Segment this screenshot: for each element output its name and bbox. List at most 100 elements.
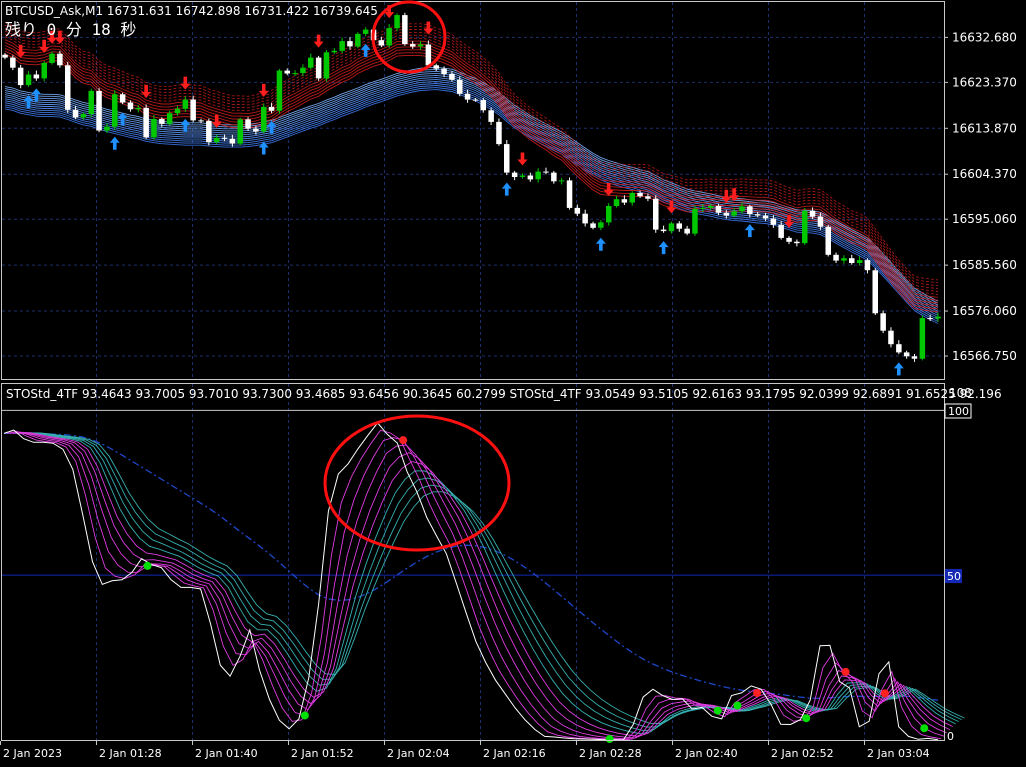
candle-body: [519, 175, 526, 177]
candle-body: [457, 79, 463, 94]
candle-body: [127, 102, 134, 110]
candle-body: [88, 90, 94, 115]
candle-body: [347, 41, 353, 47]
candle-body: [253, 128, 259, 132]
time-label: 2 Jan 02:52: [771, 747, 834, 760]
indicator-max-label: 108: [949, 386, 972, 400]
candle-body: [72, 109, 79, 118]
candle-body: [684, 228, 690, 234]
chart-canvas: 16632.680 16623.370 16613.870 16604.370 1659…: [0, 0, 1026, 763]
candle-body: [809, 210, 816, 217]
signal-dot-green: [605, 735, 614, 744]
candle-body: [300, 67, 306, 73]
chart-window: 16632.680 16623.370 16613.870 16604.370 1659…: [0, 0, 1026, 763]
symbol-header: BTCUSD_Ask,M1 16731.631 16742.898 16731.…: [5, 4, 378, 18]
candle-body: [315, 57, 322, 79]
candle-body: [135, 107, 141, 110]
candle-body: [182, 99, 189, 109]
candle-body: [833, 254, 839, 261]
candle-body: [151, 119, 157, 138]
candle-body: [276, 70, 283, 111]
candle-body: [786, 237, 792, 242]
candle-body: [676, 223, 682, 229]
candle-body: [496, 121, 502, 145]
candle-body: [394, 15, 400, 29]
candle-body: [464, 93, 471, 100]
candle-body: [472, 99, 479, 101]
time-label: 2 Jan 01:40: [195, 747, 258, 760]
signal-dot-green: [713, 706, 722, 715]
candle-body: [425, 44, 432, 66]
candle-body: [10, 57, 16, 68]
level-50-label: 50: [947, 570, 961, 583]
time-label: 2 Jan 02:28: [579, 747, 642, 760]
candle-body: [621, 199, 628, 203]
candle-body: [629, 192, 635, 203]
candle-body: [543, 171, 549, 173]
candle-body: [190, 99, 196, 121]
candle-body: [511, 172, 518, 177]
signal-dot-green: [143, 561, 152, 570]
candle-body: [402, 15, 408, 45]
candle-body: [80, 114, 87, 118]
price-label: 16604.370: [952, 167, 1017, 181]
candle-body: [668, 223, 675, 232]
candle-body: [25, 74, 32, 86]
candle-body: [880, 313, 886, 331]
price-label: 16632.680: [952, 30, 1017, 44]
candle-body: [57, 53, 63, 66]
candle-body: [919, 318, 926, 359]
candle-body: [715, 206, 722, 213]
time-label: 2 Jan 03:04: [867, 747, 930, 760]
candle-body: [935, 316, 941, 319]
signal-dot-red: [841, 667, 850, 676]
candle-body: [206, 120, 212, 143]
signal-dot-green: [802, 714, 811, 723]
candle-body: [778, 224, 784, 238]
signal-dot-green: [920, 724, 929, 733]
signal-dot-green: [733, 701, 742, 710]
price-label: 16623.370: [952, 75, 1017, 89]
candle-body: [504, 144, 510, 173]
candle-body: [143, 107, 149, 138]
candle-body: [637, 192, 643, 197]
candle-body: [268, 106, 275, 111]
candle-body: [660, 229, 667, 232]
candle-body: [582, 213, 588, 224]
candle-body: [888, 330, 894, 345]
candle-body: [598, 222, 604, 228]
candle-body: [292, 73, 298, 75]
candle-body: [864, 260, 871, 271]
candle-body: [33, 74, 40, 79]
candle-body: [17, 67, 24, 86]
candle-body: [96, 90, 102, 131]
candle-body: [825, 226, 831, 255]
candle-body: [927, 318, 933, 320]
candle-body: [551, 172, 557, 182]
candle-body: [261, 106, 267, 132]
candle-body: [692, 208, 698, 234]
candle-body: [449, 74, 455, 80]
candle-body: [174, 108, 181, 114]
candle-body: [527, 175, 534, 180]
price-label: 16613.870: [952, 121, 1017, 135]
candle-body: [49, 53, 55, 63]
candle-body: [65, 65, 71, 110]
candle-body: [41, 62, 47, 79]
price-label: 16566.750: [952, 349, 1017, 363]
candle-body: [159, 119, 165, 124]
candle-body: [723, 212, 730, 216]
time-label: 2 Jan 01:52: [291, 747, 354, 760]
candle-body: [762, 215, 769, 219]
time-label: 2 Jan 02:40: [675, 747, 738, 760]
candle-body: [841, 258, 847, 261]
candle-body: [903, 352, 910, 357]
candle-body: [323, 52, 330, 79]
candle-body: [566, 180, 573, 208]
signal-dot-red: [753, 689, 762, 698]
candle-body: [284, 70, 290, 74]
candle-body: [331, 50, 337, 53]
level-100-label: 100: [948, 405, 969, 418]
candle-body: [849, 258, 855, 263]
candle-body: [896, 344, 902, 353]
